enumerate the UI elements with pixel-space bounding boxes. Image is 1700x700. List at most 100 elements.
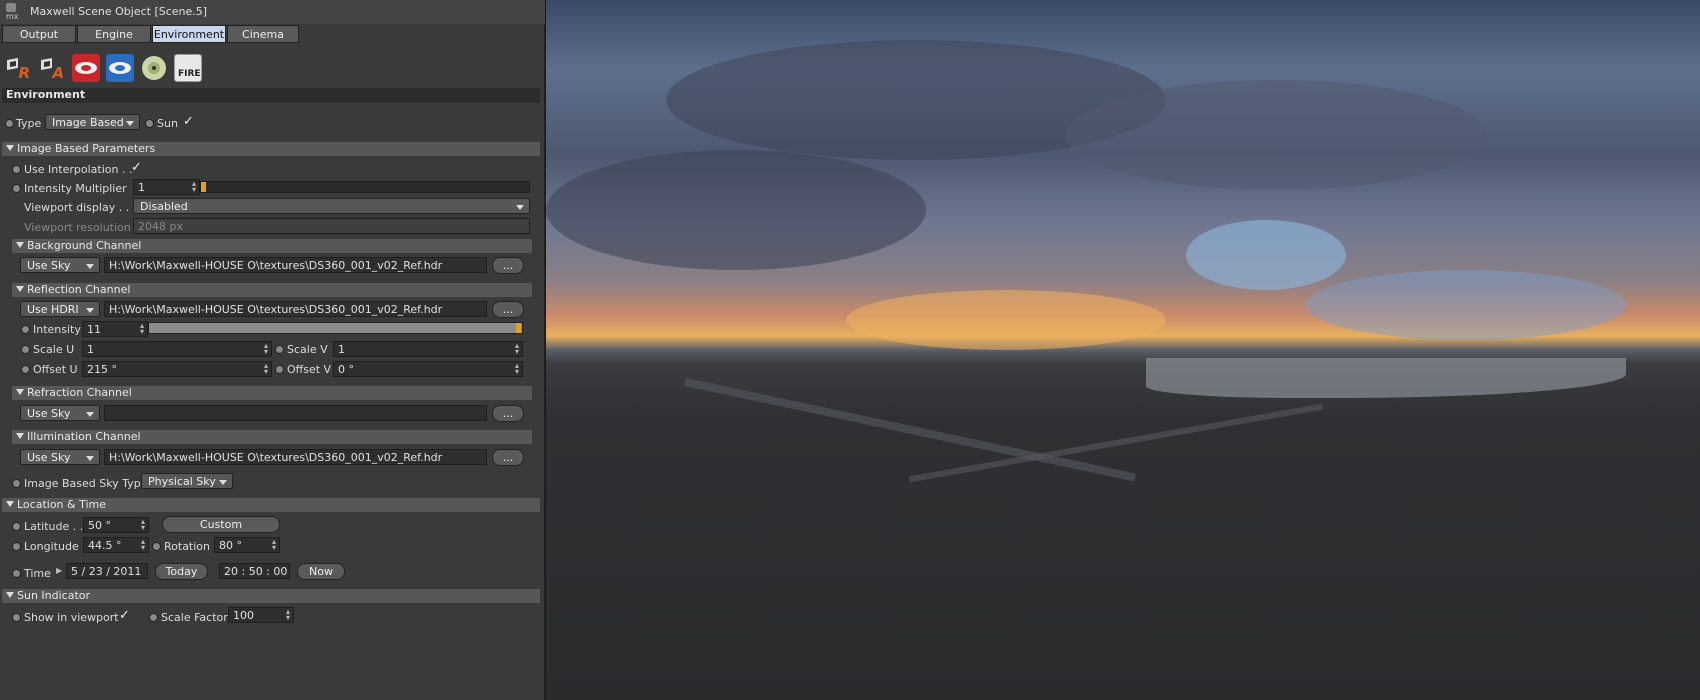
alpha-icon[interactable]: A	[38, 54, 66, 82]
cd-icon[interactable]	[140, 54, 168, 82]
scale-u-input[interactable]: 1 ▴ ▾	[82, 341, 272, 357]
blue-disc-icon[interactable]	[106, 54, 134, 82]
tab-output[interactable]: Output	[2, 25, 76, 43]
background-path-input[interactable]: H:\Work\Maxwell-HOUSE O\textures\DS360_0…	[104, 257, 487, 273]
spinner-icon[interactable]: ▴ ▾	[140, 322, 144, 336]
spinner-icon[interactable]: ▴ ▾	[141, 538, 145, 552]
ib-sky-type-radio[interactable]	[12, 479, 21, 488]
scale-v-radio[interactable]	[275, 345, 284, 354]
custom-button[interactable]: Custom	[162, 516, 280, 533]
reflection-path-value: H:\Work\Maxwell-HOUSE O\textures\DS360_0…	[109, 303, 443, 316]
latitude-radio[interactable]	[12, 522, 21, 531]
rotation-radio[interactable]	[152, 542, 161, 551]
fire-label: FIRE	[178, 69, 201, 79]
intensity-mult-radio[interactable]	[12, 184, 21, 193]
hdri-viewport[interactable]	[546, 0, 1700, 700]
offset-v-input[interactable]: 0 ° ▴ ▾	[333, 361, 523, 377]
tab-environment[interactable]: Environment	[152, 25, 226, 43]
now-button[interactable]: Now	[297, 563, 345, 580]
scale-factor-radio[interactable]	[149, 613, 158, 622]
viewport-display-dropdown[interactable]: Disabled	[133, 198, 530, 214]
illumination-browse-button[interactable]: ...	[492, 449, 524, 466]
slider-handle[interactable]	[201, 182, 206, 192]
illumination-heading[interactable]: Illumination Channel	[12, 430, 532, 444]
reflection-path-input[interactable]: H:\Work\Maxwell-HOUSE O\textures\DS360_0…	[104, 301, 487, 317]
today-button[interactable]: Today	[155, 563, 208, 580]
background-heading[interactable]: Background Channel	[12, 239, 532, 253]
date-input[interactable]: 5 / 23 / 2011	[66, 563, 148, 579]
use-interp-checkbox[interactable]: ✓	[131, 160, 142, 175]
intensity-radio[interactable]	[21, 325, 30, 334]
show-in-viewport-radio[interactable]	[12, 613, 21, 622]
tab-engine[interactable]: Engine	[77, 25, 151, 43]
refraction-heading[interactable]: Refraction Channel	[12, 386, 532, 400]
spinner-icon[interactable]: ▴ ▾	[272, 538, 276, 552]
location-heading-label: Location & Time	[17, 498, 107, 511]
time-radio[interactable]	[12, 569, 21, 578]
slider-handle[interactable]	[516, 323, 521, 333]
longitude-radio[interactable]	[12, 542, 21, 551]
sun-indicator-heading[interactable]: Sun Indicator	[2, 589, 540, 603]
render-icon[interactable]: R	[4, 54, 32, 82]
offset-u-value: 215 °	[87, 363, 117, 376]
scale-v-input[interactable]: 1 ▴ ▾	[333, 341, 523, 357]
environment-heading: Environment	[2, 88, 540, 103]
reflection-heading[interactable]: Reflection Channel	[12, 283, 532, 297]
type-dropdown[interactable]: Image Based	[45, 114, 140, 130]
spinner-icon[interactable]: ▴ ▾	[264, 342, 268, 356]
refraction-browse-button[interactable]: ...	[492, 405, 524, 422]
show-in-viewport-checkbox[interactable]: ✓	[119, 608, 130, 623]
spinner-icon[interactable]: ▴ ▾	[264, 362, 268, 376]
render-icon-letter: R	[18, 64, 30, 82]
refraction-path-input[interactable]	[104, 405, 487, 421]
location-heading[interactable]: Location & Time	[2, 498, 540, 512]
rotation-label: Rotation	[164, 540, 211, 553]
scale-v-value: 1	[338, 343, 345, 356]
intensity-mult-input[interactable]: 1 ▴ ▾	[133, 179, 200, 195]
ibp-heading[interactable]: Image Based Parameters	[2, 142, 540, 156]
red-disc-icon[interactable]	[72, 54, 100, 82]
reflection-mode-dropdown[interactable]: Use HDRI	[20, 301, 100, 317]
time-input[interactable]: 20 : 50 : 00	[219, 563, 290, 579]
refraction-mode-dropdown[interactable]: Use Sky	[20, 405, 100, 421]
spinner-icon[interactable]: ▴ ▾	[286, 608, 290, 622]
sky-gap-shape	[1306, 270, 1626, 340]
scale-u-radio[interactable]	[21, 345, 30, 354]
show-in-viewport-label: Show in viewport	[24, 611, 119, 624]
longitude-label: Longitude	[24, 540, 79, 553]
illumination-mode-dropdown[interactable]: Use Sky	[20, 449, 100, 465]
spinner-icon[interactable]: ▴ ▾	[141, 518, 145, 532]
water-shape	[1146, 358, 1626, 398]
offset-v-radio[interactable]	[275, 365, 284, 374]
cloud-shape	[1066, 80, 1486, 190]
tab-cinema[interactable]: Cinema	[227, 25, 299, 43]
rotation-input[interactable]: 80 ° ▴ ▾	[214, 537, 280, 553]
sun-label: Sun	[157, 117, 178, 130]
chevron-down-icon	[86, 412, 94, 417]
intensity-input[interactable]: 11 ▴ ▾	[82, 321, 148, 337]
intensity-slider[interactable]	[148, 322, 523, 334]
sun-radio[interactable]	[145, 119, 154, 128]
ib-sky-type-dropdown[interactable]: Physical Sky	[141, 473, 233, 489]
ib-sky-type-value: Physical Sky	[148, 475, 216, 488]
scale-factor-input[interactable]: 100 ▴ ▾	[228, 607, 294, 623]
expand-arrow-icon[interactable]: ▶	[56, 566, 62, 575]
spinner-icon[interactable]: ▴ ▾	[515, 362, 519, 376]
intensity-mult-slider[interactable]	[200, 181, 530, 193]
use-interp-radio[interactable]	[12, 165, 21, 174]
spinner-icon[interactable]: ▴ ▾	[515, 342, 519, 356]
illumination-path-input[interactable]: H:\Work\Maxwell-HOUSE O\textures\DS360_0…	[104, 449, 487, 465]
reflection-browse-button[interactable]: ...	[492, 301, 524, 318]
collapse-icon	[6, 592, 14, 598]
offset-u-radio[interactable]	[21, 365, 30, 374]
background-mode-dropdown[interactable]: Use Sky	[20, 257, 100, 273]
background-browse-button[interactable]: ...	[492, 257, 524, 274]
type-radio[interactable]	[5, 119, 14, 128]
sun-checkbox[interactable]: ✓	[183, 114, 194, 129]
latitude-input[interactable]: 50 ° ▴ ▾	[83, 517, 149, 533]
longitude-input[interactable]: 44.5 ° ▴ ▾	[83, 537, 149, 553]
chevron-down-icon	[86, 264, 94, 269]
offset-u-input[interactable]: 215 ° ▴ ▾	[82, 361, 272, 377]
fire-icon[interactable]: FIRE	[174, 54, 202, 82]
spinner-icon[interactable]: ▴ ▾	[192, 180, 196, 194]
